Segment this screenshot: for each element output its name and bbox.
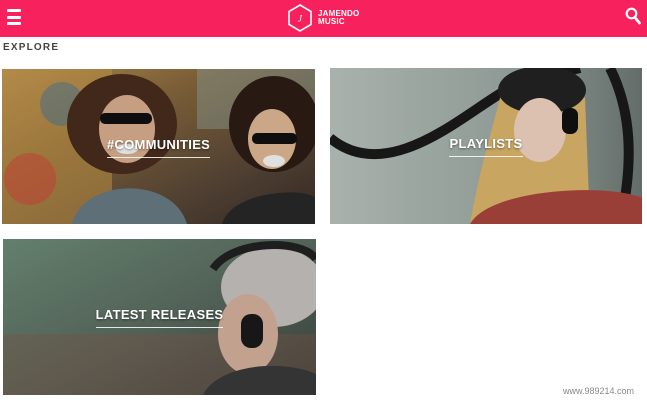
jamendo-logo[interactable]: J JAMENDO MUSIC <box>288 3 359 33</box>
communities-photo <box>2 69 315 224</box>
logo-line-2: MUSIC <box>318 17 345 26</box>
latest-releases-photo <box>3 239 316 395</box>
top-app-bar: J JAMENDO MUSIC <box>0 0 647 37</box>
logo-mark-text: J <box>298 14 303 24</box>
hamburger-menu-icon[interactable] <box>7 9 21 25</box>
hexagon-logo-icon: J <box>288 4 312 32</box>
menu-bar <box>7 9 21 12</box>
tile-playlists[interactable]: PLAYLISTS <box>330 68 642 224</box>
menu-bar <box>7 15 21 19</box>
logo-wordmark: JAMENDO MUSIC <box>318 10 359 26</box>
tile-latest-releases[interactable]: LATEST RELEASES <box>3 239 316 395</box>
menu-bar <box>7 22 21 25</box>
explore-heading: EXPLORE <box>3 42 60 53</box>
playlists-photo <box>330 68 642 224</box>
search-icon[interactable] <box>625 7 641 25</box>
tile-communities[interactable]: #COMMUNITIES <box>2 69 315 224</box>
watermark-text: www.989214.com <box>563 386 635 396</box>
